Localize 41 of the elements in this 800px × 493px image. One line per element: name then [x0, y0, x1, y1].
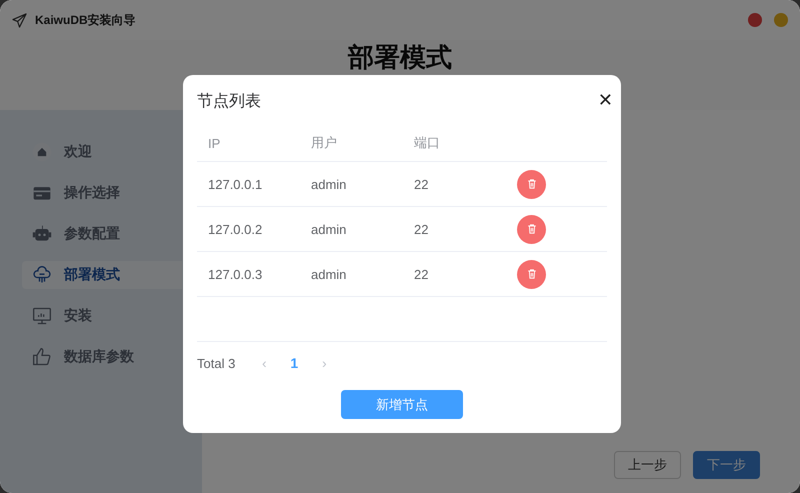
table-cell-text: 22	[413, 176, 430, 192]
monitor-icon	[32, 306, 52, 326]
dialog-title: 节点列表	[197, 92, 261, 112]
table-cell-text: 127.0.0.3	[207, 266, 264, 282]
sidebar-item[interactable]: 数据库参数	[22, 343, 182, 371]
table-cell-text: 127.0.0.1	[207, 176, 264, 192]
delete-button[interactable]	[517, 214, 546, 244]
sidebar-item[interactable]: 欢迎	[22, 138, 182, 166]
close-window-button[interactable]	[748, 13, 762, 27]
column-header: 端口	[413, 134, 441, 152]
add-node-button[interactable]: 新增节点	[341, 390, 463, 419]
delete-button[interactable]	[517, 170, 546, 198]
cloud-icon	[32, 265, 52, 285]
window-title: KaiwuDB安装向导	[35, 12, 136, 28]
page-heading: 部署模式	[348, 42, 452, 72]
trash-icon	[526, 223, 538, 235]
paper-plane-icon	[12, 12, 27, 28]
delete-button[interactable]	[517, 260, 546, 288]
close-button[interactable]: ✕	[598, 90, 613, 110]
column-header: 用户	[310, 134, 338, 152]
table-cell-text: 127.0.0.2	[207, 222, 264, 236]
table-cell-text: admin	[310, 176, 348, 192]
next-button[interactable]: 下一步	[693, 451, 760, 479]
table-cell-text: admin	[310, 222, 348, 236]
sidebar-item[interactable]: 部署模式	[22, 261, 182, 289]
sidebar-item[interactable]: 安装	[22, 302, 182, 330]
column-header: IP	[207, 136, 222, 150]
total-count: Total 3	[197, 356, 236, 370]
sidebar-item[interactable]: 操作选择	[22, 179, 182, 207]
back-button[interactable]: 上一步	[614, 451, 681, 479]
page-number[interactable]: 1	[283, 355, 306, 371]
next-page-button[interactable]: ›	[313, 355, 336, 371]
table-cell-text: admin	[310, 266, 348, 282]
trash-icon	[526, 268, 538, 280]
table-cell-text: 22	[413, 266, 430, 282]
previous-page-button[interactable]: ‹	[253, 355, 276, 371]
table-cell-text: 22	[413, 222, 430, 236]
sidebar-item[interactable]: 参数配置	[22, 220, 182, 248]
minimize-window-button[interactable]	[774, 13, 788, 27]
thumbs-up-icon	[32, 347, 52, 367]
trash-icon	[526, 178, 538, 190]
